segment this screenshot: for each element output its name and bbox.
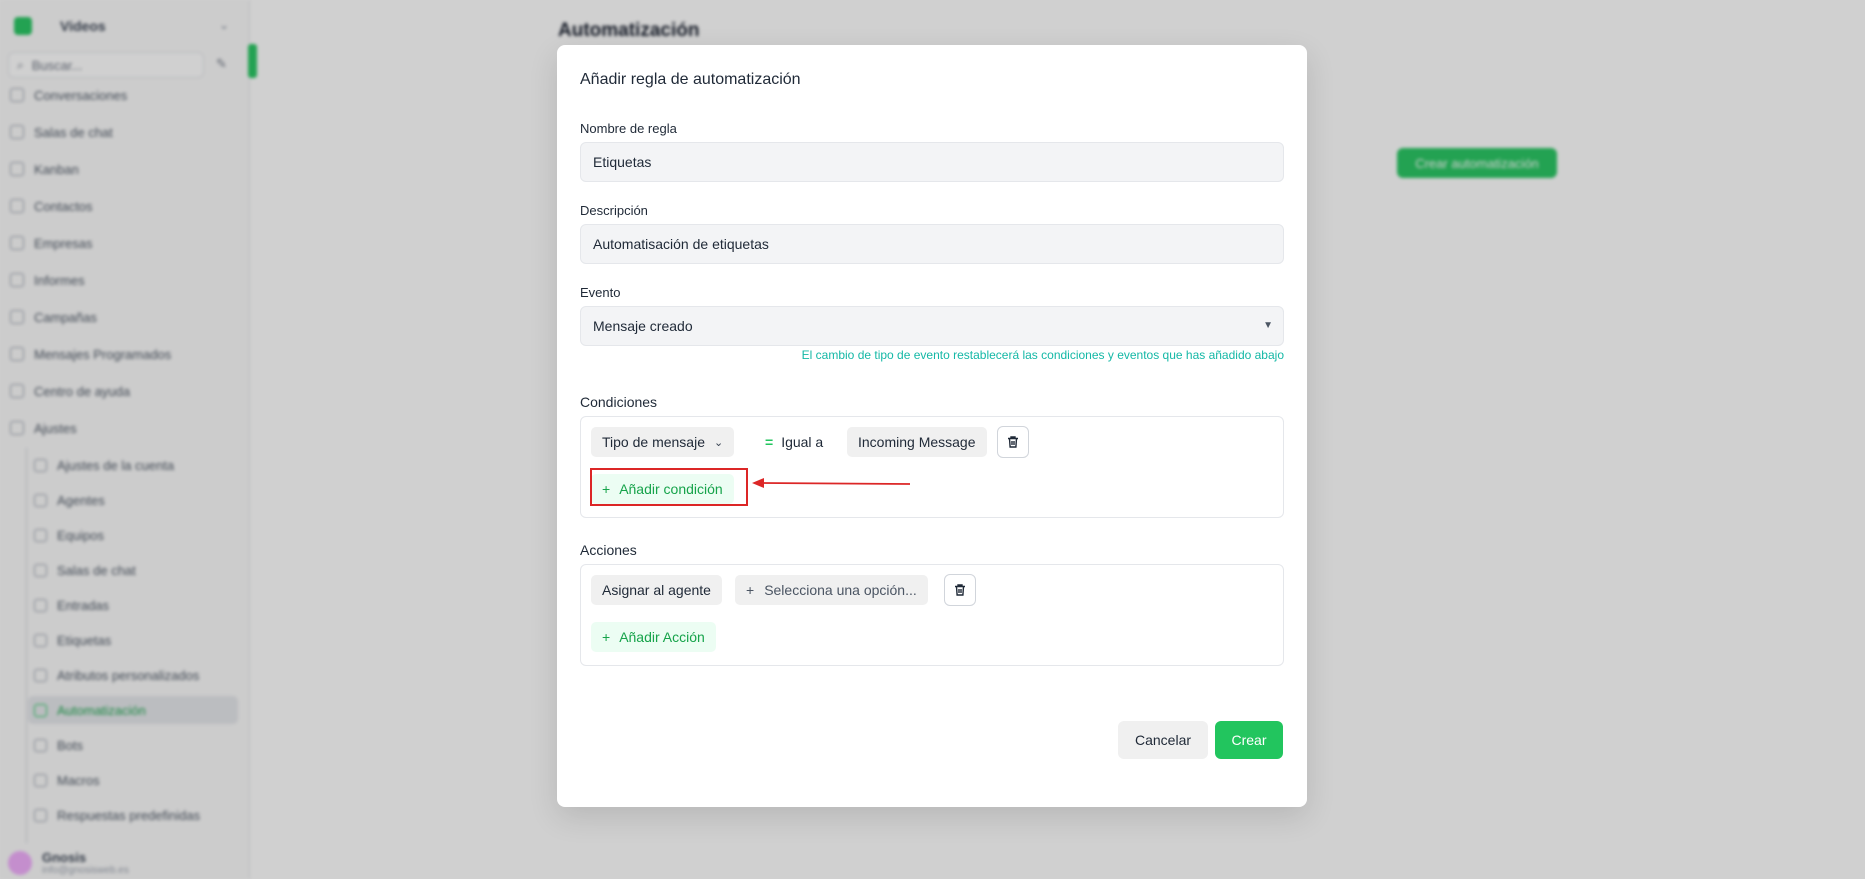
event-select[interactable]: Mensaje creado ▼ [580, 306, 1284, 346]
rule-name-value: Etiquetas [593, 154, 652, 170]
plus-icon: + [746, 582, 755, 598]
cancel-button[interactable]: Cancelar [1118, 721, 1208, 759]
description-input[interactable]: Automatisación de etiquetas [580, 224, 1284, 264]
action-type-value: Asignar al agente [602, 582, 711, 598]
add-action-button[interactable]: + Añadir Acción [591, 622, 716, 652]
chevron-down-icon: ⌄ [713, 436, 724, 449]
annotation-highlight-box [590, 468, 748, 506]
condition-attribute-value: Tipo de mensaje [602, 434, 705, 450]
event-value: Mensaje creado [593, 318, 693, 334]
condition-value-select[interactable]: Incoming Message [847, 427, 987, 457]
description-label: Descripción [580, 203, 648, 218]
trash-icon [955, 584, 965, 596]
action-type-select[interactable]: Asignar al agente [591, 575, 722, 605]
equals-icon: = [765, 434, 774, 450]
trash-icon [1008, 436, 1018, 448]
modal-title: Añadir regla de automatización [580, 71, 801, 88]
actions-box: Asignar al agente + Selecciona una opció… [580, 564, 1284, 666]
condition-operator-value: Igual a [781, 434, 824, 450]
conditions-label: Condiciones [580, 394, 658, 410]
condition-attribute-select[interactable]: Tipo de mensaje ⌄ [591, 427, 735, 457]
rule-name-label: Nombre de regla [580, 121, 677, 136]
event-label: Evento [580, 285, 621, 300]
create-button[interactable]: Crear [1215, 721, 1283, 759]
actions-label: Acciones [580, 542, 637, 558]
delete-action-button[interactable] [944, 574, 976, 606]
condition-operator-select[interactable]: = Igual a [765, 427, 823, 457]
plus-icon: + [602, 629, 611, 645]
action-value-placeholder: Selecciona una opción... [764, 582, 917, 598]
event-hint: El cambio de tipo de evento restablecerá… [801, 348, 1284, 362]
description-value: Automatisación de etiquetas [593, 236, 769, 252]
condition-value: Incoming Message [858, 434, 976, 450]
annotation-arrow-icon [752, 478, 911, 488]
caret-down-icon: ▼ [1263, 320, 1273, 331]
add-action-label: Añadir Acción [619, 629, 705, 645]
action-value-select[interactable]: + Selecciona una opción... [735, 575, 928, 605]
rule-name-input[interactable]: Etiquetas [580, 142, 1284, 182]
add-automation-modal: Añadir regla de automatización Nombre de… [557, 45, 1307, 807]
delete-condition-button[interactable] [997, 426, 1029, 458]
